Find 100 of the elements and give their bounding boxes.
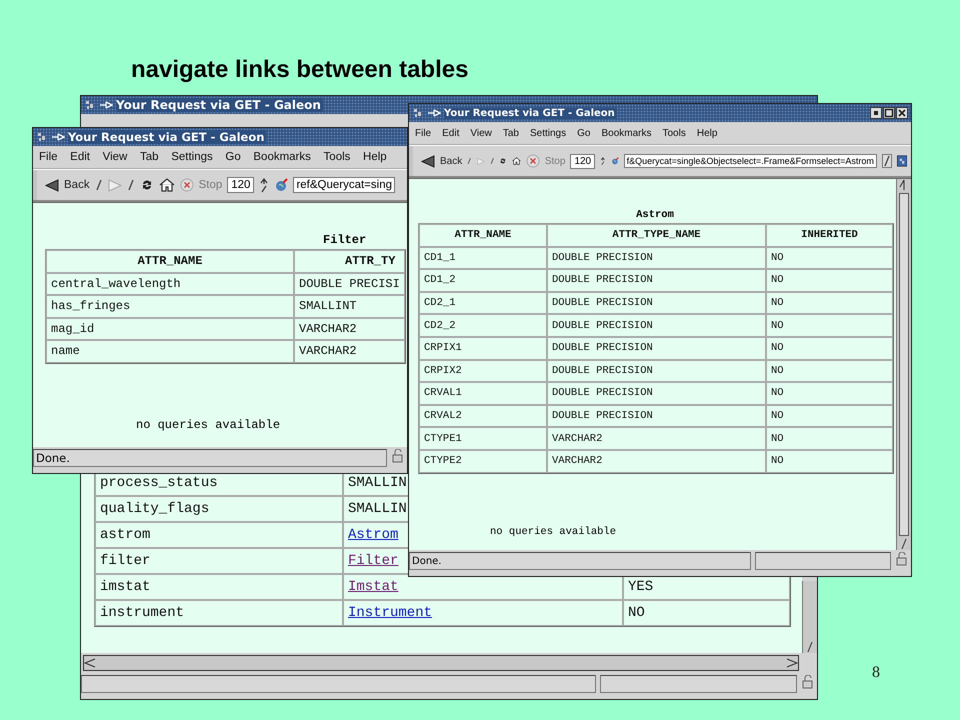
table-cell: CD2_1 — [419, 292, 547, 314]
table-cell: NO — [766, 292, 893, 314]
table-cell: NO — [766, 314, 893, 337]
table-cell: DOUBLE PRECISION — [547, 360, 766, 382]
menu-item[interactable]: Bookmarks — [253, 151, 311, 163]
scrollbar[interactable] — [896, 179, 911, 550]
globe-icon[interactable] — [274, 178, 288, 192]
menu-item[interactable]: Help — [363, 151, 387, 163]
app-icon[interactable] — [412, 107, 424, 119]
menu-item[interactable]: Go — [577, 128, 590, 138]
menu-item[interactable]: Tab — [502, 128, 519, 138]
table-cell: NO — [766, 404, 893, 428]
menu-item[interactable]: File — [415, 128, 432, 138]
table-cell: DOUBLE PRECISION — [547, 292, 766, 314]
table-cell: has_fringes — [46, 295, 294, 318]
menu-item[interactable]: Tools — [662, 128, 686, 138]
table-cell: central_wavelength — [46, 272, 294, 295]
scroll-right-icon[interactable] — [786, 658, 798, 668]
table-cell: CTYPE1 — [419, 427, 547, 450]
home-icon[interactable] — [158, 178, 175, 192]
table-cell: CRPIX1 — [419, 336, 547, 360]
menu-item[interactable]: View — [470, 128, 492, 138]
table-cell: CTYPE2 — [419, 450, 547, 473]
url-field[interactable]: f&Querycat=single&Objectselect=.Frame&Formselect=Astrom — [624, 154, 877, 168]
table-cell: NO — [766, 450, 893, 473]
scroll-down-icon[interactable] — [805, 641, 815, 653]
back-arrow-icon — [421, 154, 435, 168]
scrollbar[interactable] — [802, 581, 817, 653]
table-cell: CRVAL2 — [419, 404, 547, 428]
pin-icon[interactable] — [99, 100, 113, 110]
maximize-icon[interactable] — [883, 107, 895, 119]
table-cell: VARCHAR2 — [294, 318, 405, 340]
table-cell: DOUBLE PRECISION — [547, 246, 766, 270]
table-cell: VARCHAR2 — [547, 427, 766, 450]
table-cell: VARCHAR2 — [547, 450, 766, 473]
menu-item[interactable]: Settings — [171, 151, 213, 163]
dropdown-icon[interactable] — [126, 179, 135, 191]
menu-item[interactable]: Edit — [70, 151, 90, 163]
table-cell: DOUBLE PRECISION — [547, 404, 766, 428]
table-cell: NO — [766, 360, 893, 382]
menu-item[interactable]: View — [102, 151, 128, 163]
table-cell: NO — [766, 427, 893, 450]
menu-item[interactable]: Edit — [442, 128, 460, 138]
url-field[interactable]: ref&Querycat=sing — [293, 177, 395, 193]
table-cell: CD1_1 — [419, 246, 547, 270]
scroll-down-icon[interactable] — [899, 538, 909, 550]
dropdown-icon[interactable] — [882, 155, 891, 167]
app-icon[interactable] — [36, 131, 48, 143]
table-cell: DOUBLE PRECISI — [294, 272, 405, 295]
back-arrow-icon — [45, 178, 59, 192]
dropdown-icon[interactable] — [94, 179, 103, 191]
table-link[interactable]: Imstat — [348, 579, 398, 595]
table-cell: imstat — [95, 574, 343, 600]
table-cell: NO — [766, 246, 893, 270]
menu-item[interactable]: Tools — [324, 151, 350, 163]
table-cell: CRVAL1 — [419, 382, 547, 405]
zoom-field[interactable]: 120 — [227, 177, 254, 193]
note-text: no queries available — [136, 418, 282, 432]
spin-arrows-icon[interactable] — [259, 177, 270, 193]
minimize-icon[interactable] — [870, 107, 882, 119]
table-link[interactable]: Instrument — [348, 605, 432, 621]
table-cell: DOUBLE PRECISION — [547, 269, 766, 292]
table-cell: NO — [766, 382, 893, 405]
menu-item[interactable]: Tab — [140, 151, 159, 163]
close-icon[interactable] — [896, 107, 908, 119]
menu-item[interactable]: Settings — [530, 128, 566, 138]
app-icon[interactable] — [84, 99, 96, 111]
column-header: ATTR_TY — [294, 250, 405, 272]
table-cell: astrom — [95, 522, 343, 548]
table-link[interactable]: Astrom — [348, 527, 398, 543]
dropdown-icon[interactable] — [490, 155, 494, 167]
menu-item[interactable]: Bookmarks — [601, 128, 652, 138]
pin-icon[interactable] — [427, 108, 441, 118]
table-cell: NO — [623, 600, 790, 626]
table-cell: NO — [766, 269, 893, 292]
table-cell: CD1_2 — [419, 269, 547, 292]
menu-item[interactable]: Go — [225, 151, 241, 163]
table-link[interactable]: Filter — [348, 553, 398, 569]
zoom-field[interactable]: 120 — [570, 154, 596, 168]
dropdown-icon[interactable] — [467, 155, 472, 167]
table-cell: instrument — [95, 600, 343, 626]
menu-item[interactable]: Help — [696, 128, 718, 138]
table-cell: CD2_2 — [419, 314, 547, 337]
table-cell: NO — [766, 336, 893, 360]
scroll-left-icon[interactable] — [84, 658, 96, 668]
window-title: Your Request via GET - Galeon — [68, 130, 266, 144]
table-cell: filter — [95, 548, 343, 574]
column-header: ATTR_NAME — [419, 224, 547, 247]
lock-icon — [391, 449, 405, 463]
scrollbar[interactable] — [83, 655, 799, 671]
table-cell: CRPIX2 — [419, 360, 547, 382]
window-title: Your Request via GET - Galeon — [116, 98, 323, 112]
slide-title: navigate links between tables — [131, 56, 468, 83]
back-button[interactable]: Back — [421, 154, 462, 168]
column-header: ATTR_NAME — [46, 250, 294, 272]
back-button[interactable]: Back — [45, 178, 90, 192]
menu-item[interactable]: File — [39, 151, 58, 163]
column-header: INHERITED — [766, 224, 893, 247]
lock-icon — [895, 552, 909, 566]
pin-icon[interactable] — [51, 132, 65, 142]
